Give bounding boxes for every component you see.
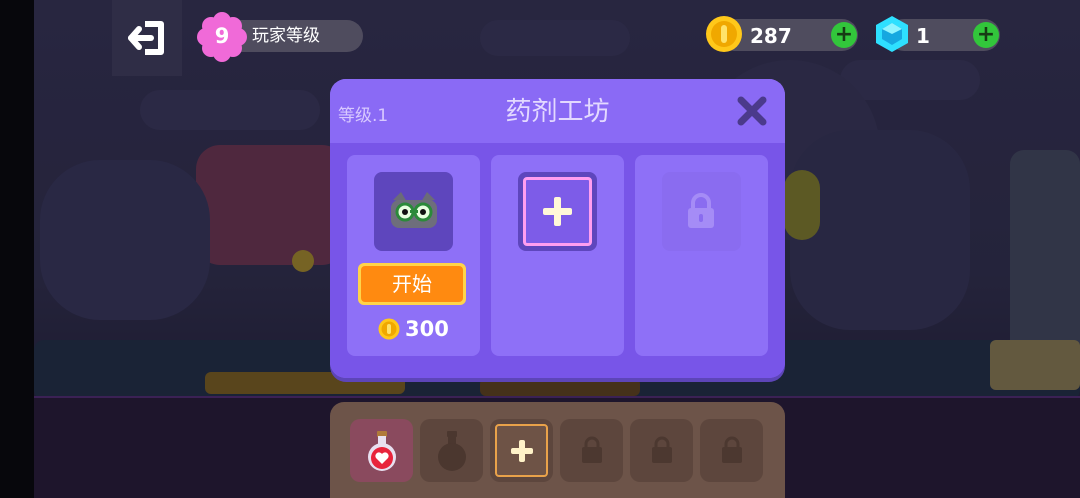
inventory-slot-empty[interactable] bbox=[420, 419, 483, 482]
inventory-slot-locked bbox=[560, 419, 623, 482]
brew-slot-ready: 开始 300 bbox=[347, 155, 480, 356]
lock-icon bbox=[722, 436, 742, 463]
plus-icon bbox=[511, 440, 533, 462]
dialog-title: 药剂工坊 bbox=[505, 97, 610, 127]
inventory-slot-add[interactable] bbox=[490, 419, 553, 482]
exit-icon bbox=[128, 21, 164, 55]
player-level-number: 9 bbox=[214, 24, 230, 48]
ingredient-slot[interactable] bbox=[374, 172, 453, 251]
brew-slot-locked bbox=[635, 155, 768, 356]
coin-icon bbox=[378, 318, 400, 340]
start-button[interactable]: 开始 bbox=[358, 263, 466, 305]
add-gems-button[interactable]: + bbox=[973, 22, 999, 48]
close-icon[interactable] bbox=[735, 94, 769, 128]
cat-mask-icon bbox=[391, 192, 437, 228]
inventory-slot-locked bbox=[700, 419, 763, 482]
gem-icon bbox=[876, 16, 908, 52]
add-ingredient-button[interactable] bbox=[518, 172, 597, 251]
inventory-slot-locked bbox=[630, 419, 693, 482]
lock-icon bbox=[688, 193, 714, 228]
locked-slot bbox=[662, 172, 741, 251]
brew-slot-add bbox=[491, 155, 624, 356]
coin-amount: 287 bbox=[750, 24, 792, 48]
heart-potion-icon bbox=[368, 431, 396, 471]
potion-inventory-bar bbox=[330, 402, 785, 498]
coin-icon bbox=[706, 16, 742, 52]
add-coins-button[interactable]: + bbox=[831, 22, 857, 48]
gem-amount: 1 bbox=[916, 24, 930, 48]
start-cost: 300 bbox=[405, 317, 449, 341]
screen-edge bbox=[0, 0, 34, 498]
inventory-slot-potion[interactable] bbox=[350, 419, 413, 482]
flask-silhouette-icon bbox=[438, 431, 466, 471]
plus-icon bbox=[543, 197, 572, 226]
exit-button[interactable] bbox=[112, 0, 182, 76]
lock-icon bbox=[652, 436, 672, 463]
potion-workshop-dialog: 等级.1 药剂工坊 开始 300 bbox=[330, 79, 785, 378]
start-button-label: 开始 bbox=[361, 266, 463, 302]
player-level-label: 玩家等级 bbox=[252, 26, 320, 46]
lock-icon bbox=[582, 436, 602, 463]
